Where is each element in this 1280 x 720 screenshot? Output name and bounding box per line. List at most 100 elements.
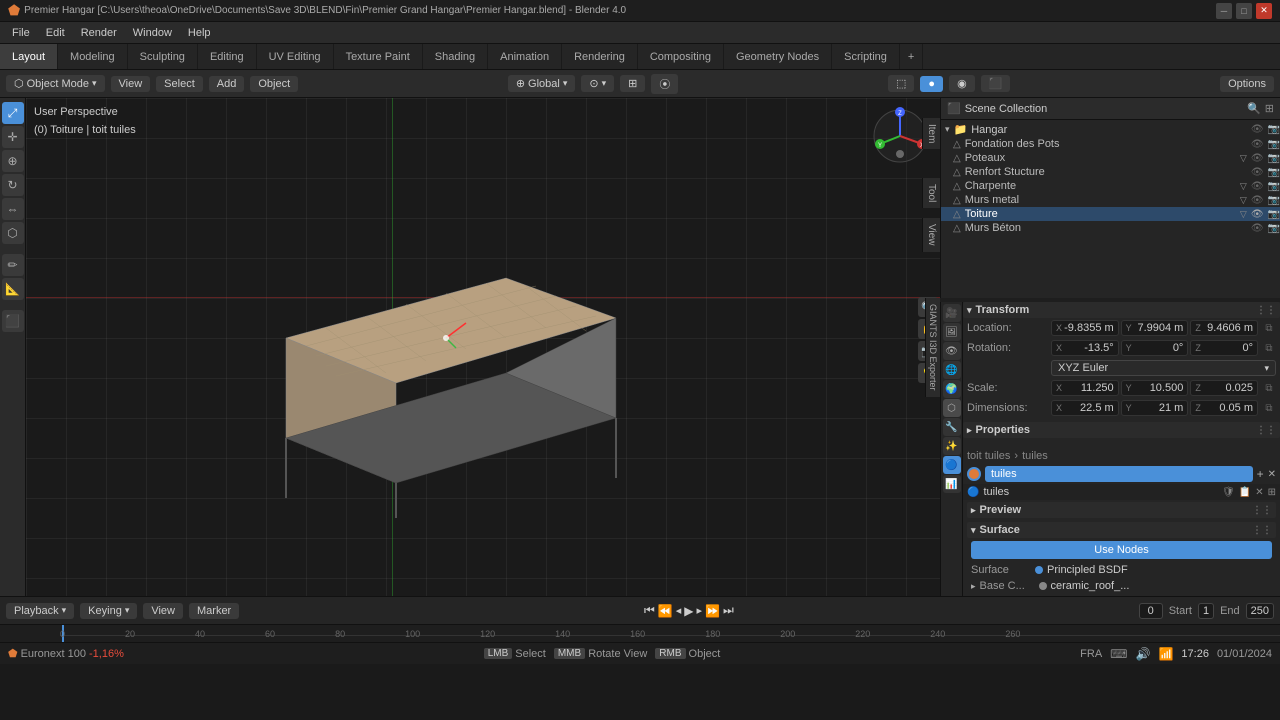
next-keyframe-button[interactable]: ⏩ — [705, 604, 720, 618]
preview-header[interactable]: ▸ Preview ⋮⋮ — [967, 502, 1276, 518]
tab-scripting[interactable]: Scripting — [832, 44, 900, 69]
tab-modeling[interactable]: Modeling — [58, 44, 128, 69]
scale-z-field[interactable]: Z 0.025 — [1190, 380, 1258, 396]
viewport-gizmo[interactable]: Z X Y — [870, 106, 930, 166]
props-data-icon[interactable]: 📊 — [943, 475, 961, 493]
dim-z-field[interactable]: Z 0.05 m — [1190, 400, 1258, 416]
hide-icon[interactable]: 👁 — [1251, 124, 1264, 135]
view-menu-timeline[interactable]: View — [143, 603, 183, 619]
proportional-toggle[interactable]: ⦿ — [651, 74, 678, 94]
collection-fondation[interactable]: △ Fondation des Pots 👁 📷 — [941, 137, 1280, 151]
props-output-icon[interactable]: 🖼 — [943, 323, 961, 341]
scale-y-field[interactable]: Y 10.500 — [1121, 380, 1189, 396]
menu-render[interactable]: Render — [73, 25, 125, 41]
play-button[interactable]: ▶ — [684, 604, 693, 618]
collection-toiture[interactable]: △ Toiture ▽ 👁 📷 — [941, 207, 1280, 221]
location-y-field[interactable]: Y 7.9904 m — [1121, 320, 1189, 336]
snap-toggle[interactable]: ⊞ — [620, 75, 645, 92]
scale-copy-button[interactable]: ⧉ — [1262, 381, 1276, 395]
view-tab[interactable]: View — [922, 218, 940, 252]
end-frame-field[interactable]: 250 — [1246, 603, 1274, 619]
murs-metal-hide[interactable]: 👁 — [1251, 195, 1264, 206]
select-menu[interactable]: Select — [156, 76, 203, 92]
poteaux-hide[interactable]: 👁 — [1251, 153, 1264, 164]
go-start-button[interactable]: ⏮ — [644, 603, 655, 618]
menu-file[interactable]: File — [4, 25, 38, 41]
location-z-field[interactable]: Z 9.4606 m — [1190, 320, 1258, 336]
current-frame-field[interactable]: 0 — [1139, 603, 1163, 619]
tab-shading[interactable]: Shading — [423, 44, 488, 69]
hide-icon-2[interactable]: 👁 — [1251, 139, 1264, 150]
tab-texture-paint[interactable]: Texture Paint — [334, 44, 423, 69]
props-modifier-icon[interactable]: 🔧 — [943, 418, 961, 436]
charpente-hide[interactable]: 👁 — [1251, 181, 1264, 192]
maximize-button[interactable]: □ — [1236, 3, 1252, 19]
location-x-field[interactable]: X -9.8355 m — [1051, 320, 1119, 336]
close-button[interactable]: ✕ — [1256, 3, 1272, 19]
mode-selector[interactable]: ⬡ Object Mode ▾ — [6, 75, 105, 92]
material-name-field[interactable]: tuiles — [985, 466, 1253, 482]
surface-header[interactable]: ▾ Surface ⋮⋮ — [967, 522, 1276, 538]
transform-options-icon[interactable]: ⋮⋮ — [1256, 305, 1276, 316]
tool-select[interactable]: ⤢ — [2, 102, 24, 124]
renfort-render[interactable]: 📷 — [1268, 167, 1280, 178]
rotation-y-field[interactable]: Y 0° — [1121, 340, 1189, 356]
props-material-icon[interactable]: 🔵 — [943, 456, 961, 474]
step-back-button[interactable]: ◂ — [676, 604, 682, 617]
menu-help[interactable]: Help — [180, 25, 219, 41]
minimize-button[interactable]: ─ — [1216, 3, 1232, 19]
use-nodes-button[interactable]: Use Nodes — [971, 541, 1272, 559]
tab-uv-editing[interactable]: UV Editing — [257, 44, 334, 69]
tool-annotate[interactable]: ✏ — [2, 254, 24, 276]
props-render-icon[interactable]: 🎥 — [943, 304, 961, 322]
tab-rendering[interactable]: Rendering — [562, 44, 638, 69]
collection-murs-beton[interactable]: △ Murs Béton 👁 📷 — [941, 221, 1280, 235]
tool-tab[interactable]: Tool — [922, 178, 940, 208]
tab-compositing[interactable]: Compositing — [638, 44, 724, 69]
murs-beton-hide[interactable]: 👁 — [1251, 223, 1264, 234]
collection-charpente[interactable]: △ Charpente ▽ 👁 📷 — [941, 179, 1280, 193]
tool-measure[interactable]: 📐 — [2, 278, 24, 300]
charpente-render[interactable]: 📷 — [1268, 181, 1280, 192]
dimensions-copy-button[interactable]: ⧉ — [1262, 401, 1276, 415]
props-world-icon[interactable]: 🌍 — [943, 380, 961, 398]
tab-geometry-nodes[interactable]: Geometry Nodes — [724, 44, 832, 69]
props-object-icon[interactable]: ⬡ — [943, 399, 961, 417]
mat-copy-icon[interactable]: 📋 — [1239, 487, 1251, 498]
surface-options-icon[interactable]: ⋮⋮ — [1252, 525, 1272, 536]
material-remove-button[interactable]: ✕ — [1268, 469, 1276, 480]
obj-props-options-icon[interactable]: ⋮⋮ — [1256, 425, 1276, 436]
timeline-track[interactable] — [60, 635, 1280, 643]
rotation-x-field[interactable]: X -13.5° — [1051, 340, 1119, 356]
preview-options-icon[interactable]: ⋮⋮ — [1252, 505, 1272, 516]
tool-add-cube[interactable]: ⬛ — [2, 310, 24, 332]
add-menu[interactable]: Add — [209, 76, 245, 92]
step-forward-button[interactable]: ▸ — [697, 604, 703, 617]
tab-animation[interactable]: Animation — [488, 44, 562, 69]
tab-layout[interactable]: Layout — [0, 44, 58, 69]
tab-sculpting[interactable]: Sculpting — [128, 44, 198, 69]
shading-solid[interactable]: ● — [920, 76, 943, 92]
transform-header[interactable]: ▾ Transform ⋮⋮ — [963, 302, 1280, 318]
toiture-render[interactable]: 📷 — [1268, 209, 1280, 220]
rotation-z-field[interactable]: Z 0° — [1190, 340, 1258, 356]
playback-menu[interactable]: Playback ▾ — [6, 603, 74, 619]
keying-menu[interactable]: Keying ▾ — [80, 603, 137, 619]
orientation-selector[interactable]: ⊕ Global ▾ — [508, 75, 576, 92]
object-properties-header[interactable]: ▸ Properties ⋮⋮ — [963, 422, 1280, 438]
collection-poteaux[interactable]: △ Poteaux ▽ 👁 📷 — [941, 151, 1280, 165]
go-end-button[interactable]: ⏭ — [723, 603, 734, 618]
rotation-copy-button[interactable]: ⧉ — [1262, 341, 1276, 355]
filter-icon[interactable]: ⊞ — [1265, 102, 1274, 115]
props-scene-icon[interactable]: 🌐 — [943, 361, 961, 379]
murs-beton-render[interactable]: 📷 — [1268, 223, 1280, 234]
shading-wireframe[interactable]: ⬚ — [888, 75, 914, 92]
tab-editing[interactable]: Editing — [198, 44, 257, 69]
material-add-button[interactable]: + — [1257, 467, 1264, 481]
search-icon[interactable]: 🔍 — [1247, 102, 1261, 115]
view-menu[interactable]: View — [111, 76, 151, 92]
tool-cursor[interactable]: ✛ — [2, 126, 24, 148]
marker-menu[interactable]: Marker — [189, 603, 239, 619]
menu-edit[interactable]: Edit — [38, 25, 73, 41]
location-copy-button[interactable]: ⧉ — [1262, 321, 1276, 335]
